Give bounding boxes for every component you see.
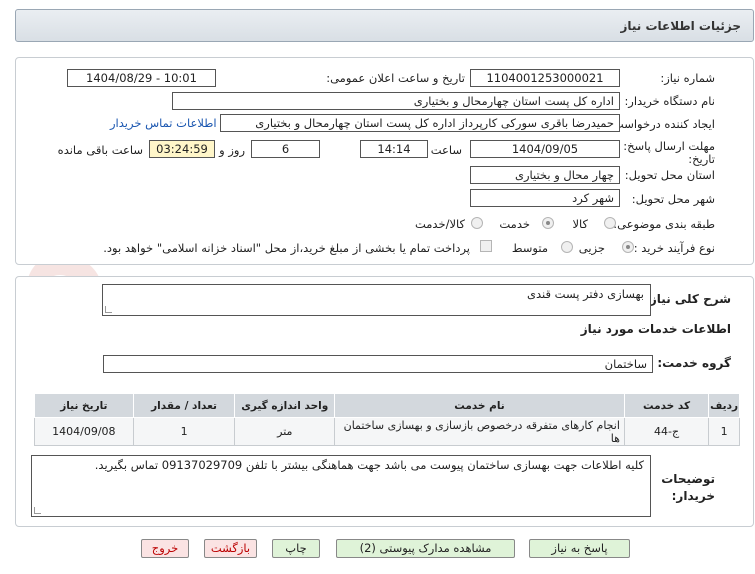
attachments-button[interactable]: مشاهده مدارک پیوستی (2) bbox=[336, 539, 515, 558]
cell-unit: متر bbox=[234, 417, 336, 446]
table-row: 1 ج-44 انجام کارهای متفرقه درخصوص بازساز… bbox=[34, 417, 740, 446]
col-header-code: کد خدمت bbox=[623, 393, 710, 418]
process-minor-label: جزیی bbox=[578, 241, 605, 255]
remaining-time-label: ساعت باقی مانده bbox=[57, 143, 143, 157]
process-medium-label: متوسط bbox=[511, 241, 548, 255]
deadline-label-date: تاریخ: bbox=[688, 152, 715, 166]
exit-button[interactable]: خروج bbox=[141, 539, 189, 558]
cell-code: ج-44 bbox=[623, 417, 710, 446]
days-field: 6 bbox=[251, 140, 320, 158]
col-header-date: تاریخ نیاز bbox=[34, 393, 134, 418]
need-info-panel bbox=[15, 57, 754, 265]
deadline-date-field: 1404/09/05 bbox=[470, 140, 620, 158]
cell-row-num: 1 bbox=[708, 417, 740, 446]
col-header-unit: واحد اندازه گیری bbox=[234, 393, 336, 418]
service-group-label: گروه خدمت: bbox=[657, 356, 731, 370]
need-number-label: شماره نیاز: bbox=[660, 71, 715, 85]
need-number-field: 1104001253000021 bbox=[470, 69, 620, 87]
days-label: روز و bbox=[219, 143, 245, 157]
cell-name: انجام کارهای متفرقه درخصوص بازسازی و بهس… bbox=[334, 417, 625, 446]
cell-date: 1404/09/08 bbox=[34, 417, 134, 446]
city-label: شهر محل تحویل: bbox=[631, 192, 715, 206]
category-goods-radio[interactable] bbox=[604, 217, 616, 229]
buyer-notes-field: کلیه اطلاعات جهت بهسازی ساختمان پیوست می… bbox=[31, 455, 651, 517]
page-header: جزئیات اطلاعات نیاز bbox=[15, 9, 754, 42]
col-header-name: نام خدمت bbox=[334, 393, 625, 418]
process-medium-radio[interactable] bbox=[561, 241, 573, 253]
buyer-notes-text: کلیه اطلاعات جهت بهسازی ساختمان پیوست می… bbox=[94, 458, 644, 472]
remaining-time-field: 03:24:59 bbox=[149, 140, 215, 158]
treasury-note: پرداخت تمام یا بخشی از مبلغ خرید،از محل … bbox=[103, 241, 470, 255]
city-field: شهر کرد bbox=[470, 189, 620, 207]
buyer-notes-label: توضیحات bbox=[661, 472, 715, 486]
page-title: جزئیات اطلاعات نیاز bbox=[620, 19, 741, 33]
service-group-field: ساختمان bbox=[103, 355, 653, 373]
category-goods-service-radio[interactable] bbox=[471, 217, 483, 229]
buyer-notes-label-2: خریدار: bbox=[671, 489, 715, 503]
category-goods-service-label: کالا/خدمت bbox=[414, 217, 465, 231]
resize-handle[interactable] bbox=[105, 306, 112, 313]
buyer-contact-link[interactable]: اطلاعات تماس خریدار bbox=[110, 116, 217, 130]
province-label: استان محل تحویل: bbox=[624, 168, 715, 182]
reply-button[interactable]: پاسخ به نیاز bbox=[529, 539, 630, 558]
description-label: شرح کلی نیاز: bbox=[645, 292, 731, 306]
announce-date-field: 1404/08/29 - 10:01 bbox=[67, 69, 216, 87]
creator-field: حمیدرضا باقری سورکی کارپرداز اداره کل پس… bbox=[220, 114, 620, 132]
category-goods-label: کالا bbox=[572, 217, 588, 231]
creator-label: ایجاد کننده درخواست: bbox=[609, 117, 715, 131]
buyer-org-label: نام دستگاه خریدار: bbox=[624, 94, 715, 108]
category-label: طبقه بندی موضوعی: bbox=[613, 217, 715, 231]
process-label: نوع فرآیند خرید : bbox=[633, 241, 715, 255]
description-text: بهسازی دفتر پست قندی bbox=[527, 287, 644, 301]
back-button[interactable]: بازگشت bbox=[204, 539, 257, 558]
deadline-time-label: ساعت bbox=[430, 143, 462, 157]
services-table: ردیف کد خدمت نام خدمت واحد اندازه گیری ت… bbox=[34, 393, 740, 446]
deadline-time-field: 14:14 bbox=[360, 140, 428, 158]
category-service-label: خدمت bbox=[499, 217, 530, 231]
process-minor-radio[interactable] bbox=[622, 241, 634, 253]
announce-date-label: تاریخ و ساعت اعلان عمومی: bbox=[326, 71, 465, 85]
col-header-row-num: ردیف bbox=[708, 393, 740, 418]
treasury-checkbox[interactable] bbox=[480, 240, 492, 252]
province-field: چهار محال و بختیاری bbox=[470, 166, 620, 184]
table-header-row: ردیف کد خدمت نام خدمت واحد اندازه گیری ت… bbox=[34, 393, 740, 418]
resize-handle[interactable] bbox=[34, 507, 41, 514]
description-field: بهسازی دفتر پست قندی bbox=[102, 284, 651, 316]
print-button[interactable]: چاپ bbox=[272, 539, 320, 558]
category-service-radio[interactable] bbox=[542, 217, 554, 229]
services-section-title: اطلاعات خدمات مورد نیاز bbox=[580, 322, 731, 336]
buyer-org-field: اداره کل پست استان چهارمحال و بختیاری bbox=[172, 92, 620, 110]
deadline-label: مهلت ارسال پاسخ: تا bbox=[612, 139, 715, 153]
cell-quantity: 1 bbox=[132, 417, 236, 446]
col-header-quantity: تعداد / مقدار bbox=[132, 393, 236, 418]
